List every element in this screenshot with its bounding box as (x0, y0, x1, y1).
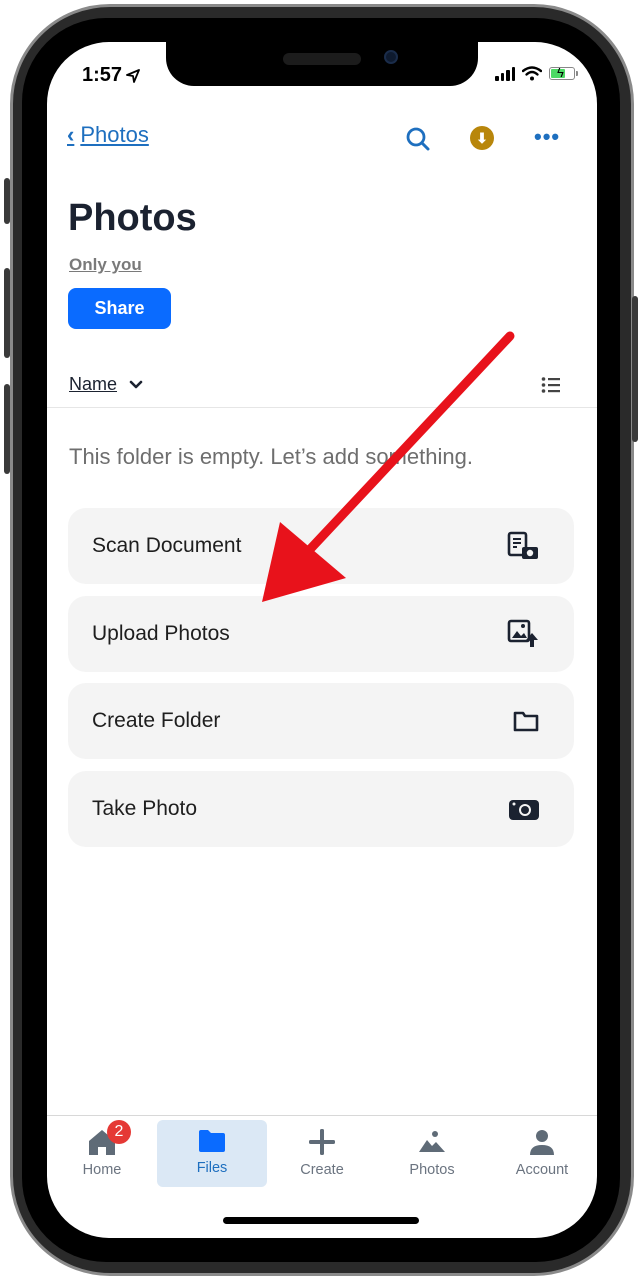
upload-photo-icon (507, 619, 538, 647)
share-button[interactable]: Share (68, 288, 171, 329)
list-view-icon (541, 377, 560, 393)
app-screen: 1:57 ϟ ‹ Photos ⬇ ••• Photos Only you Sh… (47, 42, 597, 1238)
phone-frame: 1:57 ϟ ‹ Photos ⬇ ••• Photos Only you Sh… (0, 0, 642, 1280)
photos-icon (419, 1131, 445, 1152)
tab-account[interactable]: Account (487, 1116, 597, 1195)
download-icon: ⬇ (476, 129, 488, 146)
more-button[interactable]: ••• (534, 124, 560, 150)
camera-icon (509, 799, 539, 820)
volume-up-button (4, 268, 10, 358)
mute-switch (4, 178, 10, 224)
volume-down-button (4, 384, 10, 474)
sort-dropdown[interactable]: Name (69, 374, 143, 395)
page-title: Photos (68, 197, 197, 239)
action-label: Take Photo (92, 796, 198, 820)
status-indicators: ϟ (495, 65, 578, 81)
scan-document-button[interactable]: Scan Document (68, 508, 574, 584)
sort-bar: Name (47, 372, 597, 408)
tab-label: Files (196, 1160, 228, 1176)
empty-folder-message: This folder is empty. Let’s add somethin… (69, 444, 473, 469)
tab-label: Home (82, 1162, 122, 1178)
folder-icon (513, 711, 539, 732)
take-photo-button[interactable]: Take Photo (68, 770, 574, 847)
action-list: Scan Document Upload Photos Create Folde… (68, 508, 574, 858)
power-button (632, 296, 638, 442)
action-label: Create Folder (92, 709, 221, 732)
status-time: 1:57 (82, 64, 140, 87)
tab-files[interactable]: Files (157, 1120, 267, 1187)
action-label: Upload Photos (92, 621, 230, 645)
account-icon (530, 1130, 554, 1155)
search-button[interactable] (405, 126, 431, 157)
front-camera (384, 50, 398, 64)
upload-photos-button[interactable]: Upload Photos (68, 595, 574, 672)
scan-document-icon (507, 531, 538, 559)
tab-bar: Home 2 Files Create Photos Account (47, 1115, 597, 1195)
folder-icon (199, 1130, 225, 1152)
location-arrow-icon (126, 68, 140, 83)
view-toggle-button[interactable] (541, 376, 561, 399)
tab-home[interactable]: Home 2 (47, 1116, 157, 1195)
clock: 1:57 (82, 64, 123, 86)
chevron-left-icon: ‹ (67, 122, 75, 147)
navigation-bar: ‹ Photos ⬇ ••• (47, 122, 597, 158)
tab-label: Photos (409, 1162, 455, 1178)
back-label: Photos (80, 122, 149, 147)
notification-badge: 2 (107, 1120, 131, 1144)
more-icon: ••• (534, 124, 561, 149)
tab-create[interactable]: Create (267, 1116, 377, 1195)
tab-label: Account (515, 1162, 569, 1178)
sort-label: Name (69, 374, 118, 394)
plus-icon (309, 1129, 335, 1155)
signal-bars-icon (495, 66, 515, 81)
search-icon (406, 127, 430, 151)
sharing-status-link[interactable]: Only you (69, 255, 142, 275)
tab-photos[interactable]: Photos (377, 1116, 487, 1195)
download-button[interactable]: ⬇ (470, 126, 494, 150)
earpiece-speaker (283, 53, 361, 65)
action-label: Scan Document (92, 534, 242, 557)
chevron-down-icon (129, 380, 143, 388)
battery-charging-icon: ϟ (549, 65, 578, 80)
create-folder-button[interactable]: Create Folder (68, 683, 574, 759)
tab-label: Create (300, 1162, 344, 1178)
home-indicator[interactable] (223, 1217, 419, 1224)
wifi-icon (522, 66, 542, 81)
back-button[interactable]: ‹ Photos (67, 122, 149, 148)
